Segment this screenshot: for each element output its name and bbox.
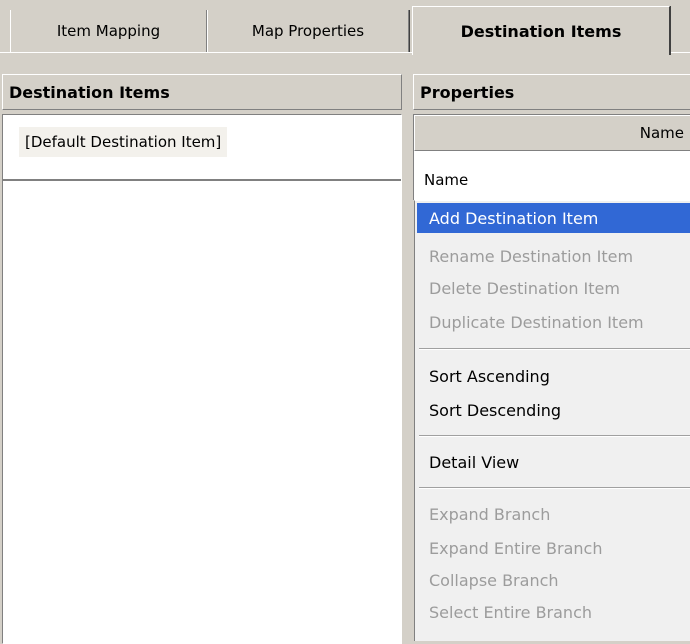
properties-header: Properties [413, 74, 690, 110]
menu-item-expand-entire-branch[interactable]: Expand Entire Branch [417, 533, 690, 563]
menu-item-sort-descending[interactable]: Sort Descending [417, 395, 690, 425]
menu-separator [419, 435, 690, 436]
properties-grid: Name Name [413, 114, 690, 204]
menu-item-collapse-branch[interactable]: Collapse Branch [417, 565, 690, 595]
menu-item-rename-destination-item[interactable]: Rename Destination Item [417, 241, 690, 271]
column-header-name[interactable]: Name [414, 115, 690, 151]
context-menu: Add Destination Item Rename Destination … [414, 200, 690, 641]
tab-item-mapping[interactable]: Item Mapping [10, 10, 207, 52]
menu-separator [419, 348, 690, 349]
menu-item-delete-destination-item[interactable]: Delete Destination Item [417, 273, 690, 303]
tab-strip: Item Mapping Map Properties Destination … [0, 0, 690, 60]
destination-items-header: Destination Items [2, 74, 402, 110]
menu-item-detail-view[interactable]: Detail View [417, 447, 690, 477]
list-divider [3, 179, 401, 181]
property-row-name[interactable]: Name [414, 163, 690, 197]
menu-item-select-entire-branch[interactable]: Select Entire Branch [417, 597, 690, 627]
menu-item-sort-ascending[interactable]: Sort Ascending [417, 361, 690, 391]
tab-map-properties[interactable]: Map Properties [207, 10, 409, 52]
menu-item-add-destination-item[interactable]: Add Destination Item [417, 203, 690, 233]
destination-item-default[interactable]: [Default Destination Item] [19, 127, 228, 157]
tab-destination-items[interactable]: Destination Items [412, 6, 670, 55]
destination-items-list[interactable]: [Default Destination Item] [2, 114, 402, 644]
menu-separator [419, 487, 690, 488]
menu-item-duplicate-destination-item[interactable]: Duplicate Destination Item [417, 307, 690, 337]
menu-item-expand-branch[interactable]: Expand Branch [417, 499, 690, 529]
